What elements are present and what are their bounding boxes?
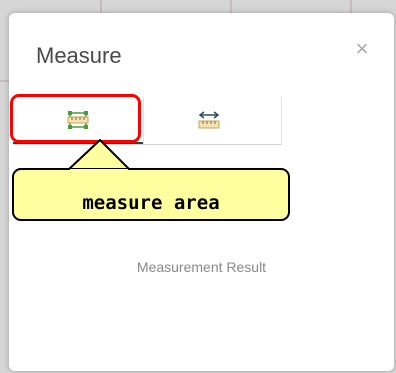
panel-title: Measure [36, 43, 122, 68]
measure-tool-tabs [13, 97, 282, 145]
measure-area-icon [65, 108, 91, 132]
map-road-line [230, 0, 232, 14]
callout-text: measure area [82, 192, 220, 214]
callout-box: measure area [12, 168, 290, 221]
map-road-line [100, 0, 102, 14]
map-road-line [0, 80, 9, 82]
panel-header: Measure × [9, 13, 394, 93]
tab-measure-distance[interactable] [143, 97, 273, 144]
tab-measure-area[interactable] [13, 97, 143, 144]
measure-distance-icon [196, 109, 222, 133]
close-button[interactable]: × [352, 37, 372, 61]
map-road-line [350, 0, 352, 14]
measurement-result-label: Measurement Result [136, 259, 267, 275]
